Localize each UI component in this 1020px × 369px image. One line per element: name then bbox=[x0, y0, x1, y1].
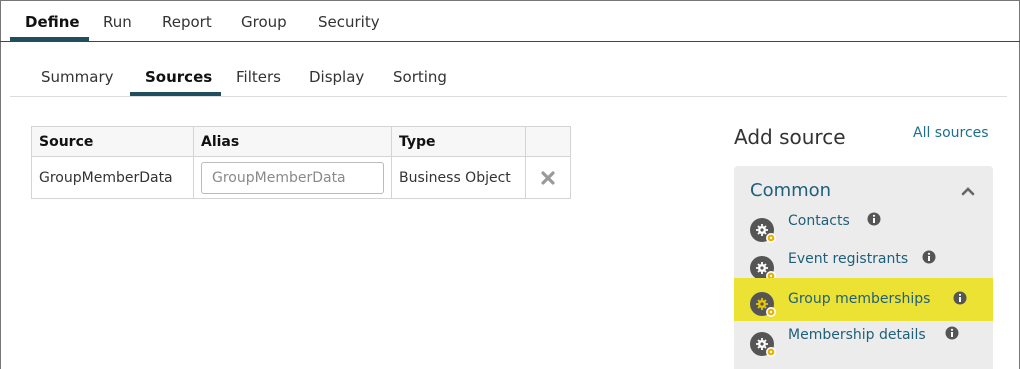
info-icon[interactable] bbox=[867, 212, 881, 226]
type-cell: Business Object bbox=[391, 156, 526, 199]
source-name-cell: GroupMemberData bbox=[31, 156, 194, 199]
source-item-label: Membership details bbox=[788, 327, 926, 343]
source-item-group-memberships[interactable]: Group memberships bbox=[734, 278, 993, 321]
info-icon[interactable] bbox=[945, 326, 959, 340]
column-header-type: Type bbox=[391, 126, 526, 157]
column-header-source: Source bbox=[31, 126, 194, 157]
subtab-display[interactable]: Display bbox=[309, 68, 364, 86]
source-item-membership-details[interactable]: Membership details bbox=[734, 322, 993, 362]
tab-group[interactable]: Group bbox=[241, 13, 287, 31]
add-source-title: Add source bbox=[734, 125, 846, 149]
close-icon bbox=[541, 170, 555, 185]
business-object-icon bbox=[750, 292, 776, 317]
table-header-row: Source Alias Type bbox=[31, 126, 571, 157]
info-icon[interactable] bbox=[953, 291, 967, 305]
alias-cell bbox=[193, 156, 392, 199]
table-row: GroupMemberData Business Object bbox=[31, 156, 571, 199]
section-header-common[interactable]: Common bbox=[750, 180, 831, 201]
actions-cell bbox=[525, 156, 571, 199]
subtab-summary[interactable]: Summary bbox=[41, 68, 114, 86]
column-header-alias: Alias bbox=[193, 126, 392, 157]
source-item-label: Contacts bbox=[788, 213, 850, 229]
subtab-filters[interactable]: Filters bbox=[236, 68, 281, 86]
business-object-icon bbox=[750, 332, 776, 357]
info-icon[interactable] bbox=[922, 250, 936, 264]
source-item-label: Group memberships bbox=[788, 291, 931, 307]
tab-security[interactable]: Security bbox=[318, 13, 380, 31]
source-item-label: Event registrants bbox=[788, 251, 909, 267]
add-source-panel: Common Contacts Event registrants Group … bbox=[734, 166, 993, 369]
column-header-actions bbox=[525, 126, 571, 157]
subtab-sources[interactable]: Sources bbox=[145, 68, 212, 86]
business-object-icon bbox=[750, 218, 776, 243]
chevron-up-icon[interactable] bbox=[961, 186, 975, 196]
top-tab-divider bbox=[0, 41, 1020, 42]
sub-tab-divider bbox=[10, 96, 1007, 97]
all-sources-link[interactable]: All sources bbox=[913, 125, 989, 141]
tab-run[interactable]: Run bbox=[103, 13, 132, 31]
tab-report[interactable]: Report bbox=[162, 13, 212, 31]
alias-input[interactable] bbox=[201, 161, 384, 194]
sources-table: Source Alias Type GroupMemberData Busine… bbox=[31, 126, 571, 199]
source-item-contacts[interactable]: Contacts bbox=[734, 208, 993, 248]
remove-source-button[interactable] bbox=[533, 170, 563, 185]
tab-define[interactable]: Define bbox=[25, 13, 80, 31]
subtab-sorting[interactable]: Sorting bbox=[393, 68, 447, 86]
